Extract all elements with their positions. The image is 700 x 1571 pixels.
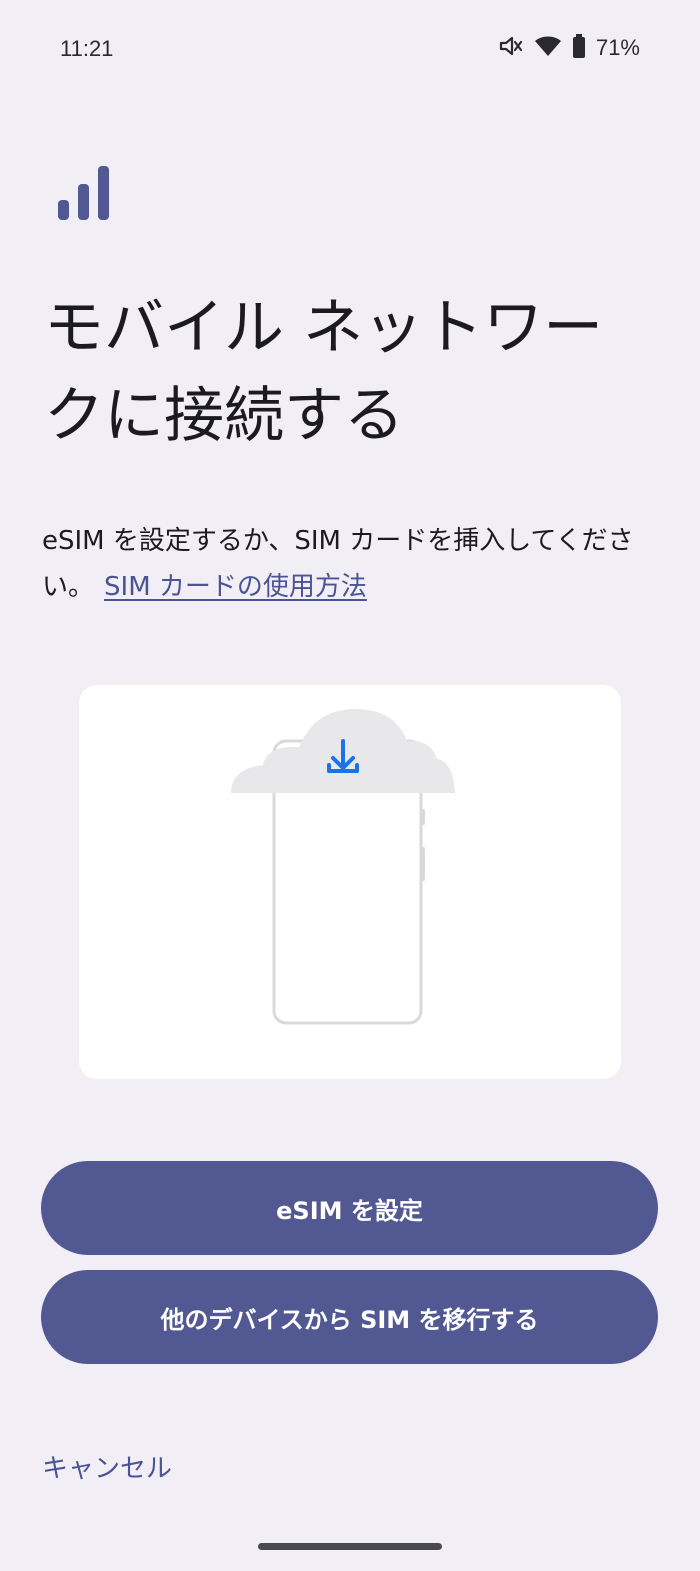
status-bar: 11:21 71% — [0, 0, 700, 100]
signal-bars-icon — [56, 164, 112, 224]
cancel-button[interactable]: キャンセル — [42, 1448, 172, 1485]
transfer-sim-button[interactable]: 他のデバイスから SIM を移行する — [41, 1270, 658, 1364]
page-title: モバイル ネットワークに接続する — [44, 293, 604, 451]
mute-icon — [498, 34, 524, 62]
status-icons: 71% — [498, 34, 640, 62]
home-indicator[interactable] — [258, 1543, 442, 1550]
setup-esim-button[interactable]: eSIM を設定 — [41, 1161, 658, 1255]
battery-icon — [572, 34, 586, 62]
wifi-icon — [534, 35, 562, 61]
esim-illustration — [79, 685, 621, 1079]
description: eSIM を設定するか、SIM カードを挿入してください。 SIM カードの使用方… — [42, 518, 662, 610]
status-time: 11:21 — [60, 36, 114, 61]
battery-percent: 71% — [595, 35, 640, 60]
sim-card-help-link[interactable]: SIM カードの使用方法 — [104, 572, 367, 602]
cloud-download-icon — [231, 709, 455, 793]
